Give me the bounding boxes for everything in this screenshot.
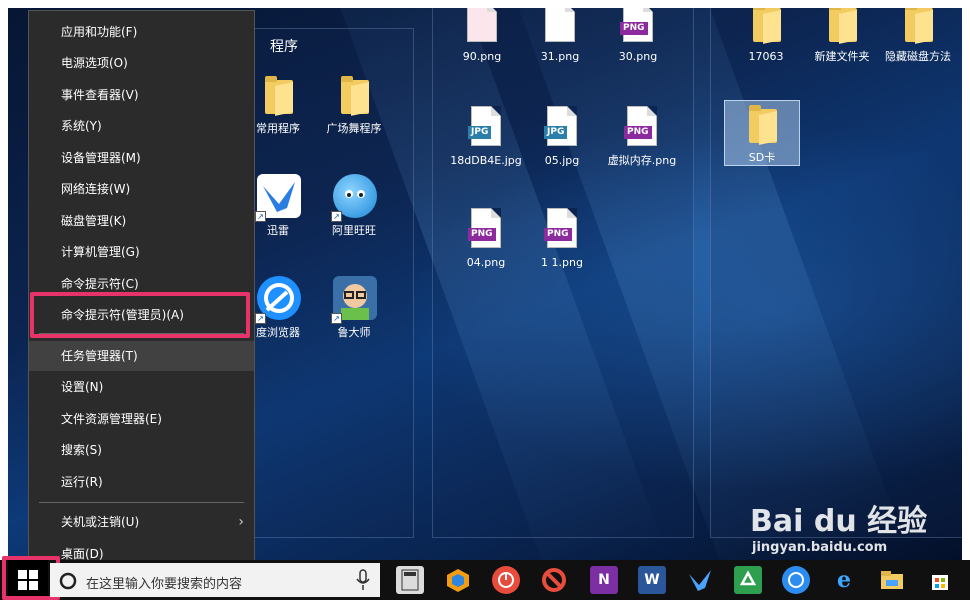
menu-item-task-manager[interactable]: 任务管理器(T) bbox=[29, 341, 254, 371]
search-placeholder: 在这里输入你要搜索的内容 bbox=[86, 577, 243, 592]
calculator-icon[interactable] bbox=[396, 566, 424, 594]
menu-item-computer-management[interactable]: 计算机管理(G) bbox=[29, 237, 254, 267]
menu-item-event-viewer[interactable]: 事件查看器(V) bbox=[29, 80, 254, 110]
desktop-file-04-png[interactable]: PNG 04.png bbox=[448, 206, 524, 270]
edge-icon[interactable]: e bbox=[830, 566, 858, 594]
desktop-file-11-png[interactable]: PNG 1 1.png bbox=[524, 206, 600, 270]
menu-item-settings[interactable]: 设置(N) bbox=[29, 372, 254, 402]
store-icon[interactable] bbox=[926, 566, 954, 594]
baidu-browser-icon[interactable] bbox=[782, 566, 810, 594]
power-icon[interactable] bbox=[492, 566, 520, 594]
desktop-folder-new-folder[interactable]: 新建文件夹 bbox=[804, 8, 880, 64]
desktop-file-90-png[interactable]: 90.png bbox=[444, 8, 520, 64]
desktop-folder-17063[interactable]: 17063 bbox=[728, 8, 804, 64]
menu-item-device-manager[interactable]: 设备管理器(M) bbox=[29, 143, 254, 173]
menu-item-power-options[interactable]: 电源选项(O) bbox=[29, 48, 254, 78]
desktop-file-05-jpg[interactable]: JPG 05.jpg bbox=[524, 104, 600, 168]
baidu-jingyan-logo: Bai du 经验 bbox=[750, 504, 928, 539]
desktop-file-31-png[interactable]: 31.png bbox=[522, 8, 598, 64]
menu-item-apps-features[interactable]: 应用和功能(F) bbox=[29, 17, 254, 47]
desktop-file-18ddb4e-jpg[interactable]: JPG 18dDB4E.jpg bbox=[448, 104, 524, 168]
menu-item-file-explorer[interactable]: 文件资源管理器(E) bbox=[29, 404, 254, 434]
menu-item-run[interactable]: 运行(R) bbox=[29, 467, 254, 497]
onenote-icon[interactable]: N bbox=[590, 566, 618, 594]
menu-item-network-connections[interactable]: 网络连接(W) bbox=[29, 174, 254, 204]
menu-item-system[interactable]: 系统(Y) bbox=[29, 111, 254, 141]
desktop-icon-square-dance[interactable]: 广场舞程序 bbox=[316, 72, 392, 136]
desktop-folder-hide-disk[interactable]: 隐藏磁盘方法 bbox=[880, 8, 956, 64]
desktop-icon-ludashi[interactable]: ↗ 鲁大师 bbox=[316, 276, 392, 340]
baidu-jingyan-url: jingyan.baidu.com bbox=[752, 540, 888, 555]
menu-item-disk-management[interactable]: 磁盘管理(K) bbox=[29, 206, 254, 236]
chevron-right-icon: › bbox=[238, 514, 244, 530]
word-icon[interactable]: W bbox=[638, 566, 666, 594]
thunder-icon[interactable] bbox=[686, 566, 714, 594]
block-icon[interactable] bbox=[540, 566, 568, 594]
browser-icon[interactable] bbox=[444, 566, 472, 594]
menu-item-search[interactable]: 搜索(S) bbox=[29, 435, 254, 465]
folders-group bbox=[710, 8, 962, 538]
desktop-file-virtual-memory-png[interactable]: PNG 虚拟内存.png bbox=[604, 104, 680, 168]
desktop-icon-aliwangwang[interactable]: ↗ 阿里旺旺 bbox=[316, 174, 392, 238]
menu-separator bbox=[39, 502, 244, 503]
cortana-circle-icon bbox=[59, 572, 77, 590]
highlight-command-prompt-admin bbox=[30, 292, 250, 338]
microphone-icon[interactable] bbox=[356, 569, 370, 591]
recycle-icon[interactable] bbox=[734, 566, 762, 594]
desktop-folder-sd-card[interactable]: SD卡 bbox=[724, 100, 800, 166]
desktop-file-30-png[interactable]: PNG 30.png bbox=[600, 8, 676, 64]
menu-item-shutdown-signout[interactable]: 关机或注销(U) › bbox=[29, 507, 254, 537]
program-group-title: 程序 bbox=[270, 39, 298, 55]
file-explorer-icon[interactable] bbox=[878, 566, 906, 594]
taskbar-search-box[interactable]: 在这里输入你要搜索的内容 bbox=[50, 563, 380, 597]
